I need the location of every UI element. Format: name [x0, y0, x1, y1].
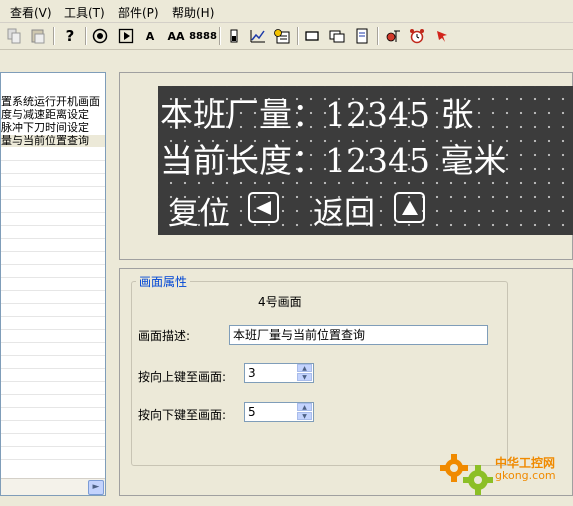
return-up-arrow-icon[interactable]: [394, 192, 425, 223]
row-divider: [1, 199, 105, 200]
row-divider: [1, 160, 105, 161]
reset-left-arrow-icon[interactable]: [248, 192, 279, 223]
row-divider: [1, 173, 105, 174]
row-divider: [1, 186, 105, 187]
row-divider: [1, 433, 105, 434]
window-tool-icon[interactable]: [327, 26, 347, 46]
toolbar: ? A AA 8888: [0, 23, 573, 50]
row-divider: [1, 407, 105, 408]
watermark-url: gkong.com: [495, 469, 556, 482]
screen-list-panel: 置系统运行开机画面 度与减速距离设定 脉冲下刀时间设定 量与当前位置查询 ►: [0, 72, 106, 496]
list-item[interactable]: 脉冲下刀时间设定: [1, 122, 105, 134]
menu-view[interactable]: 查看(V): [10, 4, 52, 21]
row-divider: [1, 446, 105, 447]
panel-splitter[interactable]: [107, 50, 116, 506]
menu-bar: 查看(V) 工具(T) 部件(P) 帮助(H): [0, 0, 573, 23]
scroll-right-icon[interactable]: ►: [88, 480, 104, 495]
row-divider: [1, 212, 105, 213]
row-divider: [1, 264, 105, 265]
large-text-tool-icon[interactable]: AA: [165, 26, 187, 46]
toolbar-separator: [53, 27, 55, 45]
row-divider: [1, 329, 105, 330]
record-icon[interactable]: [90, 26, 110, 46]
row-divider: [1, 316, 105, 317]
reset-label: 复位: [168, 196, 230, 232]
row-divider: [1, 225, 105, 226]
down-key-screen-value[interactable]: 5: [248, 405, 256, 419]
description-label: 画面描述:: [138, 329, 191, 343]
paste-icon[interactable]: [28, 26, 48, 46]
bar-meter-icon[interactable]: [224, 26, 244, 46]
row-divider: [1, 394, 105, 395]
screen-name-label: 4号画面: [258, 295, 302, 309]
spin-up-icon[interactable]: ▲: [297, 403, 312, 411]
description-input[interactable]: 本班厂量与当前位置查询: [229, 325, 488, 345]
down-key-label: 按向下键至画面:: [138, 408, 227, 422]
up-key-screen-stepper[interactable]: 3 ▲ ▼: [244, 363, 314, 383]
row-divider: [1, 368, 105, 369]
row-divider: [1, 290, 105, 291]
pump-tool-icon[interactable]: [383, 26, 403, 46]
menu-parts[interactable]: 部件(P): [118, 4, 159, 21]
row-divider: [1, 342, 105, 343]
row-divider: [1, 459, 105, 460]
list-item[interactable]: 度与减速距离设定: [1, 109, 105, 121]
row-divider: [1, 303, 105, 304]
button-tool-icon[interactable]: [302, 26, 322, 46]
list-item[interactable]: 置系统运行开机画面: [1, 96, 105, 108]
row-divider: [1, 238, 105, 239]
output-count-text: 本班厂量：12345 张: [160, 95, 474, 134]
copy-icon[interactable]: [4, 26, 24, 46]
hmi-screen-preview: 本班厂量：12345 张 当前长度：12345 毫米 复位 返回: [158, 86, 573, 235]
spin-down-icon[interactable]: ▼: [297, 412, 312, 420]
list-item-selected[interactable]: 量与当前位置查询: [1, 135, 105, 147]
current-length-text: 当前长度：12345 毫米: [160, 141, 507, 180]
alarm-clock-icon[interactable]: [407, 26, 427, 46]
toolbar-separator: [377, 27, 379, 45]
up-key-screen-value[interactable]: 3: [248, 366, 256, 380]
row-divider: [1, 420, 105, 421]
horizontal-scrollbar[interactable]: ►: [1, 478, 105, 495]
text-tool-icon[interactable]: A: [140, 26, 160, 46]
toolbar-separator: [85, 27, 87, 45]
menu-help[interactable]: 帮助(H): [172, 4, 214, 21]
spin-down-icon[interactable]: ▼: [297, 373, 312, 381]
watermark-logo: 中华工控网 gkong.com: [438, 450, 573, 500]
row-divider: [1, 355, 105, 356]
toolbar-separator: [219, 27, 221, 45]
play-icon[interactable]: [116, 26, 136, 46]
up-key-label: 按向上键至画面:: [138, 370, 227, 384]
spin-up-icon[interactable]: ▲: [297, 364, 312, 372]
help-icon[interactable]: ?: [60, 26, 80, 46]
down-arrow-icon[interactable]: [432, 26, 452, 46]
document-tool-icon[interactable]: [352, 26, 372, 46]
group-title: 画面属性: [136, 273, 191, 290]
numeric-display-icon[interactable]: 8888: [189, 26, 217, 46]
down-key-screen-stepper[interactable]: 5 ▲ ▼: [244, 402, 314, 422]
toolbar-separator: [297, 27, 299, 45]
row-divider: [1, 381, 105, 382]
menu-tools[interactable]: 工具(T): [64, 4, 105, 21]
alarm-list-icon[interactable]: [272, 26, 292, 46]
row-divider: [1, 251, 105, 252]
trend-chart-icon[interactable]: [248, 26, 268, 46]
row-divider: [1, 277, 105, 278]
return-label: 返回: [313, 196, 375, 232]
